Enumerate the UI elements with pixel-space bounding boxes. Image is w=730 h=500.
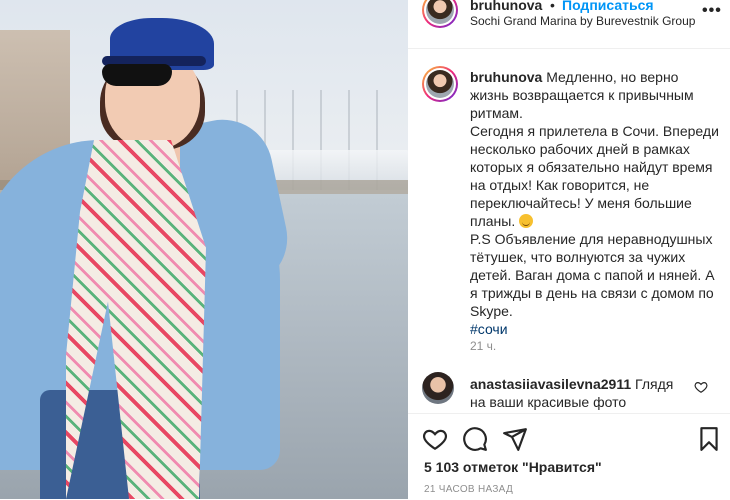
commenter-avatar[interactable] — [422, 372, 454, 404]
caption-line-2: Сегодня я прилетела в Сочи. Впереди неск… — [470, 123, 719, 229]
caption-username[interactable]: bruhunova — [470, 69, 542, 85]
post-actions-bar: 5 103 отметок "Нравится" 21 ЧАСОВ НАЗАД — [408, 413, 730, 500]
comment-bubble-icon[interactable] — [462, 426, 488, 452]
location-link[interactable]: Sochi Grand Marina by Burevestnik Group — [470, 14, 695, 28]
post-date[interactable]: 21 ЧАСОВ НАЗАД — [424, 484, 513, 495]
post-photo[interactable] — [0, 0, 408, 499]
post-side-panel: bruhunova • Подписаться Sochi Grand Mari… — [408, 0, 730, 500]
share-paper-plane-icon[interactable] — [502, 426, 528, 452]
hashtag-link[interactable]: #сочи — [470, 321, 508, 337]
comment-like-heart-icon[interactable] — [694, 380, 708, 394]
post-header: bruhunova • Подписаться Sochi Grand Mari… — [408, 0, 730, 49]
upside-down-face-icon — [519, 214, 534, 228]
like-heart-icon[interactable] — [422, 426, 448, 452]
sunglasses — [102, 64, 172, 86]
comment-item: anastasiiavasilevna2911 Глядя на ваши кр… — [470, 375, 692, 411]
caption-line-3: P.S Объявление для неравнодушных тётушек… — [470, 231, 715, 319]
more-options-icon[interactable]: ••• — [702, 2, 722, 20]
caption-avatar[interactable] — [422, 66, 458, 102]
follow-button[interactable]: Подписаться — [562, 0, 654, 13]
author-username[interactable]: bruhunova — [470, 0, 542, 13]
post-caption: bruhunova Медленно, но верно жизнь возвр… — [470, 68, 720, 338]
likes-count[interactable]: 5 103 отметок "Нравится" — [424, 459, 602, 475]
commenter-username[interactable]: anastasiiavasilevna2911 — [470, 376, 631, 392]
caption-timestamp: 21 ч. — [470, 339, 497, 353]
separator-dot: • — [550, 0, 555, 13]
author-avatar[interactable] — [422, 0, 458, 28]
save-bookmark-icon[interactable] — [696, 426, 722, 452]
